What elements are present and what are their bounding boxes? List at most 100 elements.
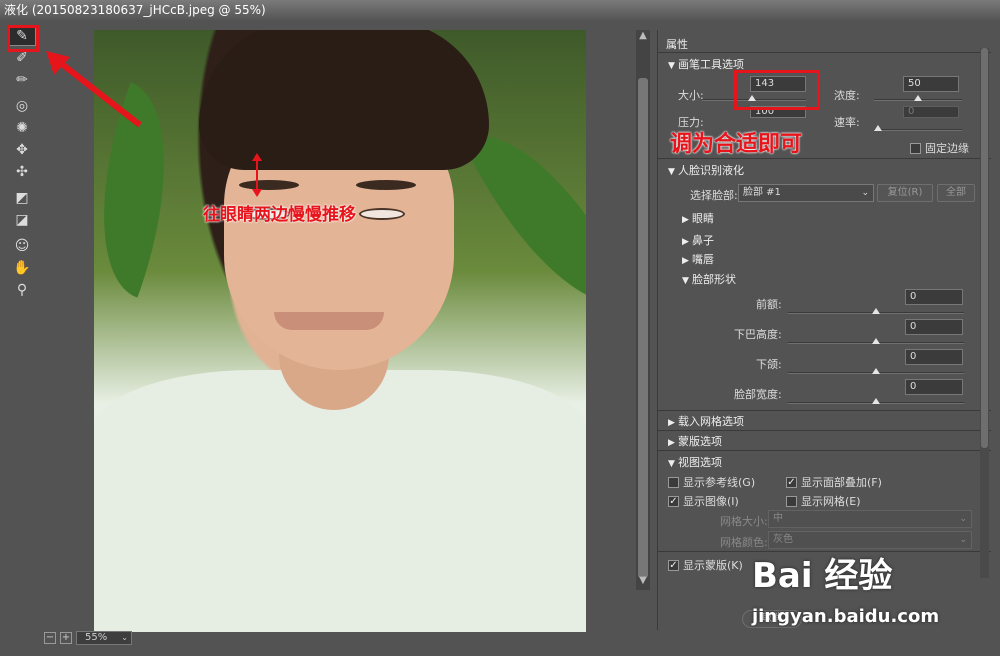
- rate-input[interactable]: 0: [903, 106, 959, 118]
- face-tool-icon[interactable]: ☺: [8, 236, 36, 256]
- thaw-mask-tool-icon[interactable]: ◪: [8, 210, 36, 230]
- mesh-size-dropdown[interactable]: 中 ⌄: [768, 510, 972, 528]
- twirl-tool-icon[interactable]: ◎: [8, 96, 36, 116]
- section-label: 鼻子: [692, 234, 714, 247]
- zoom-bar: − + 55% ⌄: [44, 630, 132, 646]
- section-label: 载入网格选项: [678, 415, 744, 428]
- rate-label: 速率:: [834, 116, 860, 129]
- freeze-mask-tool-icon[interactable]: ◩: [8, 188, 36, 208]
- divider: [658, 158, 991, 159]
- jawline-input[interactable]: 0: [905, 349, 963, 365]
- scroll-up-icon[interactable]: ▲: [636, 30, 650, 41]
- all-button[interactable]: 全部: [937, 184, 975, 202]
- chin-height-slider[interactable]: [788, 338, 964, 344]
- chin-height-label: 下巴高度:: [734, 328, 782, 341]
- triangle-down-icon: ▼: [668, 167, 675, 177]
- slider-knob[interactable]: [872, 308, 880, 314]
- jawline-label: 下颌:: [756, 358, 782, 371]
- density-input[interactable]: 50: [903, 76, 959, 92]
- slider-knob[interactable]: [874, 125, 882, 131]
- hand-tool-icon[interactable]: ✋: [8, 258, 36, 278]
- window-title: 液化 (20150823180637_jHCcB.jpeg @ 55%): [0, 0, 1000, 20]
- section-view-options[interactable]: ▼ 视图选项: [668, 454, 722, 470]
- triangle-down-icon: ▼: [682, 276, 689, 286]
- forehead-label: 前额:: [756, 298, 782, 311]
- zoom-out-button[interactable]: −: [44, 632, 56, 644]
- reset-button[interactable]: 复位(R): [877, 184, 933, 202]
- section-face-aware[interactable]: ▼ 人脸识别液化: [668, 162, 744, 178]
- select-value: 脸部 #1: [743, 187, 781, 198]
- triangle-right-icon: ▶: [668, 418, 675, 428]
- checkbox-box[interactable]: [786, 495, 797, 507]
- checkbox-label: 显示蒙版(K): [683, 559, 743, 572]
- right-eyebrow: [356, 180, 416, 190]
- checkmark-icon[interactable]: ✓: [786, 476, 797, 488]
- show-guides-checkbox[interactable]: 显示参考线(G): [668, 474, 755, 490]
- baidu-watermark: Bai 经验 jingyan.baidu.com: [752, 548, 939, 627]
- scroll-down-icon[interactable]: ▼: [636, 575, 650, 586]
- section-label: 嘴唇: [692, 253, 714, 266]
- preview-image[interactable]: [94, 30, 586, 632]
- annotation-adjust: 调为合适即可: [670, 132, 803, 157]
- show-mask-checkbox[interactable]: ✓ 显示蒙版(K): [668, 557, 743, 573]
- liquify-toolbar: ✎ ✐ ✏ ◎ ✺ ✥ ✣ ◩ ◪ ☺ ✋ ⚲: [8, 26, 36, 302]
- push-left-tool-icon[interactable]: ✣: [8, 162, 36, 182]
- show-mesh-checkbox[interactable]: 显示网格(E): [786, 493, 861, 509]
- forehead-slider[interactable]: [788, 308, 964, 314]
- section-label: 眼睛: [692, 212, 714, 225]
- jawline-slider[interactable]: [788, 368, 964, 374]
- checkbox-box[interactable]: [910, 142, 921, 154]
- chin-height-input[interactable]: 0: [905, 319, 963, 335]
- zoom-select[interactable]: 55% ⌄: [76, 631, 132, 645]
- scroll-thumb[interactable]: [981, 48, 988, 448]
- pointer-arrow-icon: [46, 51, 142, 128]
- forehead-input[interactable]: 0: [905, 289, 963, 305]
- panel-scrollbar[interactable]: [980, 48, 989, 578]
- triangle-down-icon: ▼: [668, 61, 675, 71]
- select-face-dropdown[interactable]: 脸部 #1 ⌄: [738, 184, 874, 202]
- smooth-tool-icon[interactable]: ✏: [8, 70, 36, 90]
- density-label: 浓度:: [834, 89, 860, 102]
- checkbox-label: 显示面部叠加(F): [801, 476, 882, 489]
- show-image-checkbox[interactable]: ✓ 显示图像(I): [668, 493, 739, 509]
- section-face-shape[interactable]: ▼ 脸部形状: [682, 271, 736, 287]
- zoom-in-button[interactable]: +: [60, 632, 72, 644]
- section-mouth[interactable]: ▶ 嘴唇: [682, 251, 714, 267]
- baidu-logo: Bai 经验: [752, 556, 893, 596]
- slider-knob[interactable]: [914, 95, 922, 101]
- slider-knob[interactable]: [872, 368, 880, 374]
- show-face-overlay-checkbox[interactable]: ✓ 显示面部叠加(F): [786, 474, 882, 490]
- section-label: 人脸识别液化: [678, 164, 744, 177]
- pin-edges-checkbox[interactable]: 固定边缘: [910, 140, 969, 156]
- rate-slider[interactable]: [874, 125, 962, 131]
- mesh-size-label: 网格大小:: [720, 515, 768, 528]
- checkmark-icon[interactable]: ✓: [668, 559, 679, 571]
- panel-title: 属性: [666, 38, 688, 51]
- canvas-scrollbar[interactable]: ▲ ▼: [636, 30, 650, 590]
- mesh-color-dropdown[interactable]: 灰色 ⌄: [768, 531, 972, 549]
- slider-knob[interactable]: [872, 338, 880, 344]
- scroll-thumb[interactable]: [638, 78, 648, 578]
- checkbox-box[interactable]: [668, 476, 679, 488]
- section-brush-options[interactable]: ▼ 画笔工具选项: [668, 56, 744, 72]
- face-width-input[interactable]: 0: [905, 379, 963, 395]
- bloat-tool-icon[interactable]: ✥: [8, 140, 36, 160]
- select-face-label: 选择脸部:: [690, 189, 738, 202]
- density-slider[interactable]: [874, 95, 962, 101]
- checkmark-icon[interactable]: ✓: [668, 495, 679, 507]
- zoom-value: 55%: [85, 632, 108, 643]
- section-nose[interactable]: ▶ 鼻子: [682, 232, 714, 248]
- slider-knob[interactable]: [872, 398, 880, 404]
- face-width-slider[interactable]: [788, 398, 964, 404]
- pucker-tool-icon[interactable]: ✺: [8, 118, 36, 138]
- section-eyes[interactable]: ▶ 眼睛: [682, 210, 714, 226]
- left-eyebrow: [239, 180, 299, 190]
- highlight-box-forward-warp: [7, 25, 39, 52]
- section-load-mesh[interactable]: ▶ 载入网格选项: [668, 413, 744, 429]
- zoom-tool-icon[interactable]: ⚲: [8, 280, 36, 300]
- divider: [658, 430, 991, 431]
- section-label: 蒙版选项: [678, 435, 722, 448]
- properties-panel: 属性 ▼ 画笔工具选项 大小: 143 浓度: 50 压力: 100 速率: 0 …: [657, 30, 991, 630]
- right-eye: [359, 208, 405, 220]
- section-mask-options[interactable]: ▶ 蒙版选项: [668, 433, 722, 449]
